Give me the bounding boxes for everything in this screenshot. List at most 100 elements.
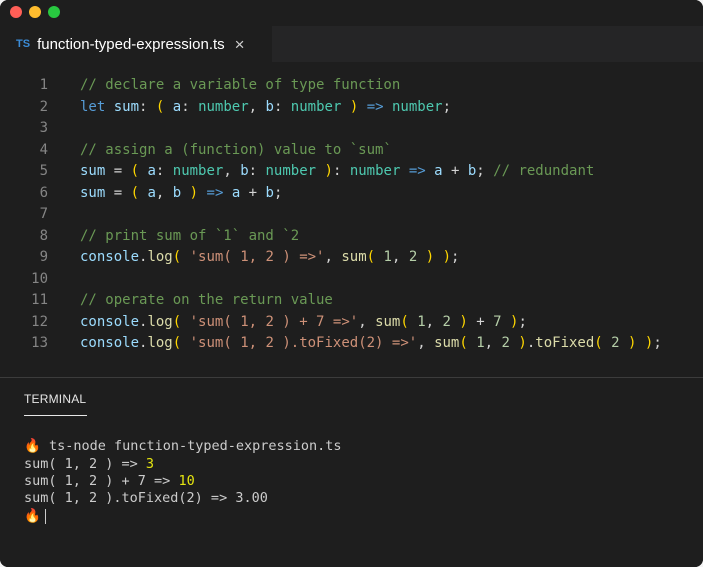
code-arrow: => <box>206 184 224 201</box>
code-paren: ( <box>594 335 603 351</box>
terminal-command: ts-node function-typed-expression.ts <box>48 438 342 454</box>
code-paren: ( <box>459 335 468 351</box>
code-string: 'sum( 1, 2 ) =>' <box>189 249 325 265</box>
code-text: // print sum of `1` and `2 <box>80 226 299 247</box>
fire-icon: 🔥 <box>24 438 41 454</box>
line-number: 8 <box>39 227 48 244</box>
line-number: 1 <box>39 77 48 93</box>
code-line[interactable]: 4 // assign a (function) value to `sum` <box>0 140 703 161</box>
output-value: 10 <box>178 473 195 489</box>
code-number: 2 <box>501 335 510 351</box>
tab-function-typed-expression[interactable]: TS function-typed-expression.ts × <box>0 26 272 62</box>
tab-terminal[interactable]: TERMINAL <box>24 392 86 406</box>
tab-filename: function-typed-expression.ts <box>37 35 225 53</box>
code-identifier: b <box>265 98 274 115</box>
code-text: // declare a variable of type function <box>80 75 400 96</box>
code-line[interactable]: 11 // operate on the return value <box>0 290 703 311</box>
code-punctuation <box>164 99 172 115</box>
editor-window: TS function-typed-expression.ts × 1 // de… <box>0 0 703 567</box>
code-paren: ) <box>324 163 333 179</box>
code-paren: ) <box>425 249 435 265</box>
code-punctuation <box>223 185 231 201</box>
code-punctuation <box>341 99 349 115</box>
code-function: log <box>147 313 173 330</box>
code-identifier: a <box>172 98 182 115</box>
code-editor[interactable]: 1 // declare a variable of type function 2… <box>0 62 703 376</box>
code-identifier: a <box>434 163 443 179</box>
code-text: console.log( 'sum( 1, 2 ) + 7 =>', sum( … <box>80 312 527 333</box>
code-punctuation: , <box>324 249 342 265</box>
code-comment: // operate on the return value <box>80 292 333 308</box>
code-paren: ) <box>349 98 359 115</box>
code-text: console.log( 'sum( 1, 2 ).toFixed(2) =>'… <box>80 333 662 354</box>
code-punctuation: ; <box>451 249 460 265</box>
code-punctuation: ; <box>518 313 527 330</box>
code-function: sum <box>434 335 460 351</box>
code-punctuation: : <box>248 163 266 179</box>
code-paren: ) <box>442 249 451 265</box>
code-identifier: a <box>231 184 241 201</box>
code-identifier: console <box>80 335 140 351</box>
close-icon[interactable]: × <box>235 36 245 53</box>
typescript-file-icon: TS <box>16 38 31 50</box>
code-text: sum = ( a: number, b: number ): number =… <box>80 161 594 182</box>
code-line[interactable]: 3 <box>0 118 703 139</box>
code-paren: ( <box>130 184 140 201</box>
code-punctuation: = <box>105 163 131 179</box>
code-number: 7 <box>493 313 502 330</box>
code-paren: ) <box>518 335 527 351</box>
code-line[interactable]: 10 <box>0 269 703 290</box>
code-line[interactable]: 6 sum = ( a, b ) => a + b; <box>0 183 703 204</box>
code-function: log <box>147 249 173 265</box>
fire-icon: 🔥 <box>24 508 41 524</box>
code-identifier: b <box>265 184 274 201</box>
code-paren: ( <box>130 163 140 179</box>
code-line[interactable]: 9 console.log( 'sum( 1, 2 ) =>', sum( 1, … <box>0 247 703 268</box>
code-punctuation: : <box>332 163 350 179</box>
code-line[interactable]: 8 // print sum of `1` and `2 <box>0 226 703 247</box>
zoom-window-button[interactable] <box>48 6 60 18</box>
terminal-output-line: sum( 1, 2 ).toFixed(2) => 3.00 <box>24 490 268 507</box>
code-punctuation: , <box>484 335 502 351</box>
code-line[interactable]: 7 <box>0 204 703 225</box>
code-type: number <box>198 98 249 115</box>
code-punctuation <box>181 249 189 265</box>
code-number: 2 <box>408 249 418 265</box>
code-punctuation: , <box>248 98 266 115</box>
code-punctuation <box>316 163 324 179</box>
code-punctuation <box>502 314 510 330</box>
code-line[interactable]: 5 sum = ( a: number, b: number ): number … <box>0 161 703 182</box>
code-punctuation <box>181 314 189 330</box>
code-punctuation: : <box>273 98 291 115</box>
terminal-prompt-line[interactable]: 🔥 <box>24 508 46 525</box>
terminal-output-line: sum( 1, 2 ) + 7 => 10 <box>24 473 195 490</box>
code-paren: ( <box>400 313 409 330</box>
code-line[interactable]: 1 // declare a variable of type function <box>0 75 703 96</box>
line-number: 6 <box>39 184 48 201</box>
code-identifier: sum <box>80 184 106 201</box>
line-number: 3 <box>39 120 48 136</box>
code-text: sum = ( a, b ) => a + b; <box>80 183 282 204</box>
code-punctuation: , <box>425 313 443 330</box>
code-string: 'sum( 1, 2 ) + 7 =>' <box>189 313 359 330</box>
output-text: sum( 1, 2 ) + 7 => <box>24 473 179 489</box>
line-number: 5 <box>39 163 48 179</box>
code-line[interactable]: 2 let sum: ( a: number, b: number ) => nu… <box>0 97 703 118</box>
code-comment: // redundant <box>493 163 595 179</box>
code-punctuation <box>426 163 434 179</box>
code-punctuation <box>468 335 476 351</box>
code-type: number <box>172 163 224 179</box>
code-punctuation: , <box>155 184 173 201</box>
code-line[interactable]: 12 console.log( 'sum( 1, 2 ) + 7 =>', sum… <box>0 312 703 333</box>
code-identifier: b <box>172 184 182 201</box>
code-punctuation <box>105 99 113 115</box>
code-punctuation <box>358 99 366 115</box>
minimize-window-button[interactable] <box>29 6 41 18</box>
code-text: // assign a (function) value to `sum` <box>80 140 392 161</box>
code-line[interactable]: 13 console.log( 'sum( 1, 2 ).toFixed(2) =… <box>0 333 703 354</box>
code-type: number <box>265 163 317 179</box>
code-paren: ( <box>172 335 182 351</box>
code-function: sum <box>341 249 367 265</box>
code-punctuation: : <box>155 163 173 179</box>
close-window-button[interactable] <box>10 6 22 18</box>
